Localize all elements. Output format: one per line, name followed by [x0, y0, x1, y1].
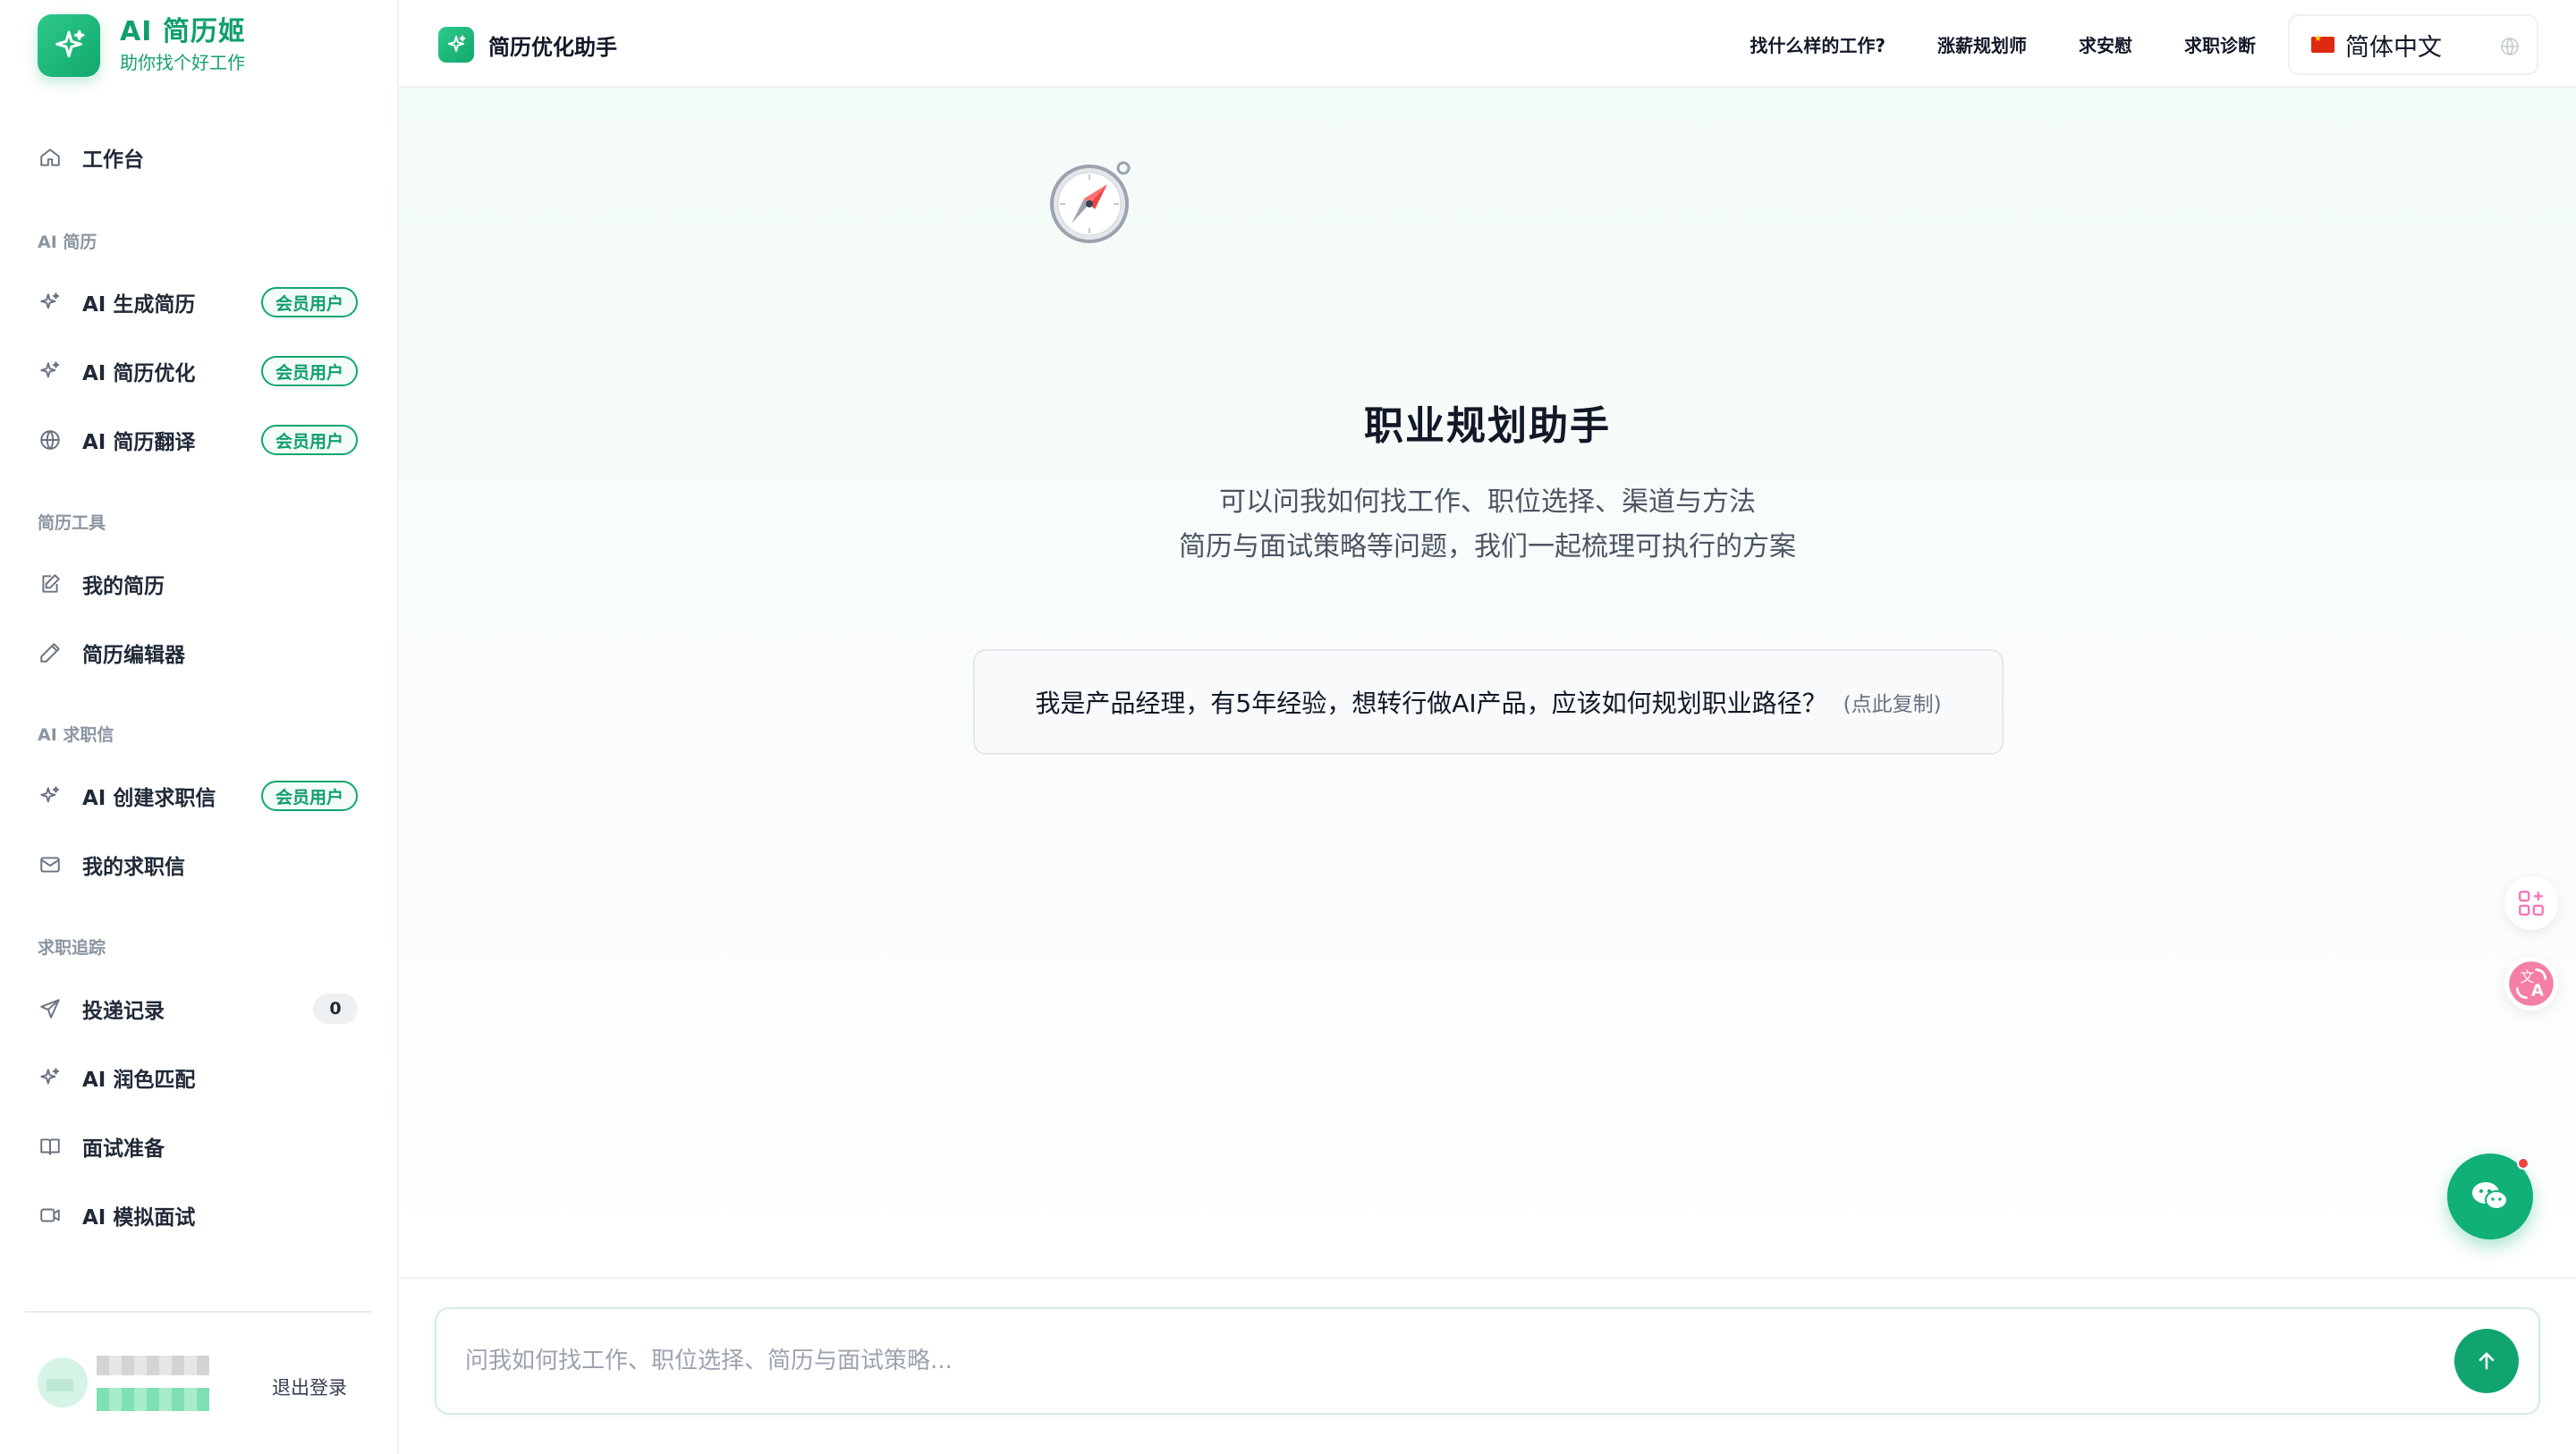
copy-hint: (点此复制)	[1843, 693, 1942, 716]
user-name-redacted	[97, 1356, 209, 1375]
sidebar-item-ai-create-cover-letter[interactable]: AI 创建求职信 会员用户	[38, 773, 363, 819]
globe-icon	[38, 427, 63, 452]
sidebar-item-ai-translate-resume[interactable]: AI 简历翻译 会员用户	[38, 417, 363, 463]
brand-title: AI 简历姬	[120, 16, 246, 47]
book-icon	[38, 1134, 63, 1159]
wechat-icon	[2470, 1179, 2510, 1213]
sidebar-item-delivery-records[interactable]: 投递记录 0	[38, 985, 363, 1032]
sidebar-item-ai-optimize-resume[interactable]: AI 简历优化 会员用户	[38, 348, 363, 394]
member-badge: 会员用户	[260, 287, 358, 317]
composer-area	[399, 1277, 2576, 1454]
header-nav: 找什么样的工作? 涨薪规划师 求安慰 求职诊断	[1698, 0, 2256, 88]
send-icon	[38, 996, 63, 1021]
member-badge: 会员用户	[260, 425, 358, 455]
brand-subtitle: 助你找个好工作	[120, 52, 245, 73]
example-prompt-text: 我是产品经理，有5年经验，想转行做AI产品，应该如何规划职业路径？	[1035, 689, 1827, 718]
home-icon	[38, 145, 63, 170]
chat-input[interactable]	[463, 1309, 2386, 1413]
section-label-ai-cover-letter: AI 求职信	[38, 725, 114, 745]
nav-link-what-job[interactable]: 找什么样的工作?	[1750, 31, 1885, 57]
sidebar-item-label: 面试准备	[82, 1137, 165, 1161]
logout-button[interactable]: 退出登录	[272, 1374, 347, 1400]
translate-button[interactable]: 文 A	[2504, 957, 2558, 1010]
top-header: 简历优化助手 找什么样的工作? 涨薪规划师 求安慰 求职诊断 简体中文	[399, 0, 2576, 88]
sparkle-icon	[38, 359, 63, 384]
apps-add-icon	[2516, 888, 2546, 918]
member-badge: 会员用户	[260, 356, 358, 386]
sidebar-divider	[25, 1311, 372, 1313]
hero-description-line-2: 简历与面试策略等问题，我们一起梳理可执行的方案	[1179, 531, 1796, 562]
avatar[interactable]	[38, 1357, 88, 1408]
edit-document-icon	[38, 571, 63, 596]
sidebar-item-label: AI 简历优化	[82, 362, 196, 385]
sidebar-item-label: AI 创建求职信	[82, 787, 216, 810]
nav-link-salary-planner[interactable]: 涨薪规划师	[1937, 31, 2027, 57]
sidebar-item-label: 简历编辑器	[82, 644, 185, 667]
translate-icon: 文 A	[2507, 959, 2555, 1008]
sparkle-icon	[38, 1065, 63, 1090]
hero-title: 职业规划助手	[1364, 403, 1611, 449]
hero-description-line-1: 可以问我如何找工作、职位选择、渠道与方法	[1219, 486, 1756, 518]
sidebar-item-my-cover-letter[interactable]: 我的求职信	[38, 841, 363, 888]
example-prompt-card[interactable]: 我是产品经理，有5年经验，想转行做AI产品，应该如何规划职业路径？ (点此复制)	[973, 649, 2004, 755]
sidebar-item-ai-polish-match[interactable]: AI 润色匹配	[38, 1054, 363, 1101]
sidebar-item-label: AI 简历翻译	[82, 431, 196, 454]
count-badge: 0	[313, 993, 358, 1024]
apps-add-button[interactable]	[2504, 876, 2558, 930]
sidebar-item-label: 我的简历	[82, 575, 165, 598]
sidebar-item-label: 工作台	[82, 148, 144, 172]
sidebar-item-label: 投递记录	[82, 1000, 165, 1023]
china-flag-icon	[2311, 34, 2334, 53]
user-area: 退出登录	[38, 1348, 363, 1416]
arrow-up-icon	[2474, 1348, 2499, 1374]
sidebar-item-label: AI 润色匹配	[82, 1069, 196, 1092]
sparkle-logo-icon	[38, 14, 100, 77]
sidebar: AI 简历姬 助你找个好工作 工作台 AI 简历 AI 生成简历 会员用户 AI…	[0, 0, 399, 1454]
chat-composer	[435, 1307, 2540, 1415]
sparkle-icon	[38, 290, 63, 315]
sidebar-item-label: AI 生成简历	[82, 293, 196, 317]
language-label: 简体中文	[2345, 33, 2442, 62]
section-label-resume-tools: 简历工具	[38, 513, 106, 533]
mail-icon	[38, 852, 63, 877]
sparkle-logo-icon	[438, 27, 474, 63]
video-camera-icon	[38, 1203, 63, 1228]
section-label-ai-resume: AI 简历	[38, 232, 97, 252]
sidebar-item-label: AI 模拟面试	[82, 1206, 196, 1230]
section-label-job-tracking: 求职追踪	[38, 938, 106, 958]
svg-text:A: A	[2531, 982, 2544, 1001]
sidebar-item-resume-editor[interactable]: 简历编辑器	[38, 630, 363, 676]
brand[interactable]: AI 简历姬 助你找个好工作	[38, 14, 246, 77]
send-button[interactable]	[2454, 1329, 2519, 1393]
nav-link-job-diagnosis[interactable]: 求职诊断	[2184, 31, 2256, 57]
notification-dot	[2517, 1157, 2529, 1170]
pencil-icon	[38, 640, 63, 665]
wechat-support-button[interactable]	[2447, 1154, 2533, 1239]
member-badge: 会员用户	[260, 781, 358, 811]
sidebar-item-workbench[interactable]: 工作台	[38, 134, 363, 181]
sidebar-item-ai-mock-interview[interactable]: AI 模拟面试	[38, 1192, 363, 1238]
page-title: 简历优化助手	[488, 34, 617, 60]
sidebar-item-label: 我的求职信	[82, 856, 185, 879]
sidebar-item-my-resume[interactable]: 我的简历	[38, 561, 363, 607]
nav-link-comfort[interactable]: 求安慰	[2079, 31, 2132, 57]
sidebar-item-interview-prep[interactable]: 面试准备	[38, 1123, 363, 1170]
compass-icon	[1045, 157, 1134, 247]
user-plan-redacted	[97, 1388, 209, 1411]
sidebar-item-ai-generate-resume[interactable]: AI 生成简历 会员用户	[38, 279, 363, 325]
language-select[interactable]: 简体中文	[2288, 14, 2538, 75]
globe-icon	[2499, 36, 2521, 57]
header-title-area: 简历优化助手	[438, 27, 617, 63]
sparkle-icon	[38, 783, 63, 808]
